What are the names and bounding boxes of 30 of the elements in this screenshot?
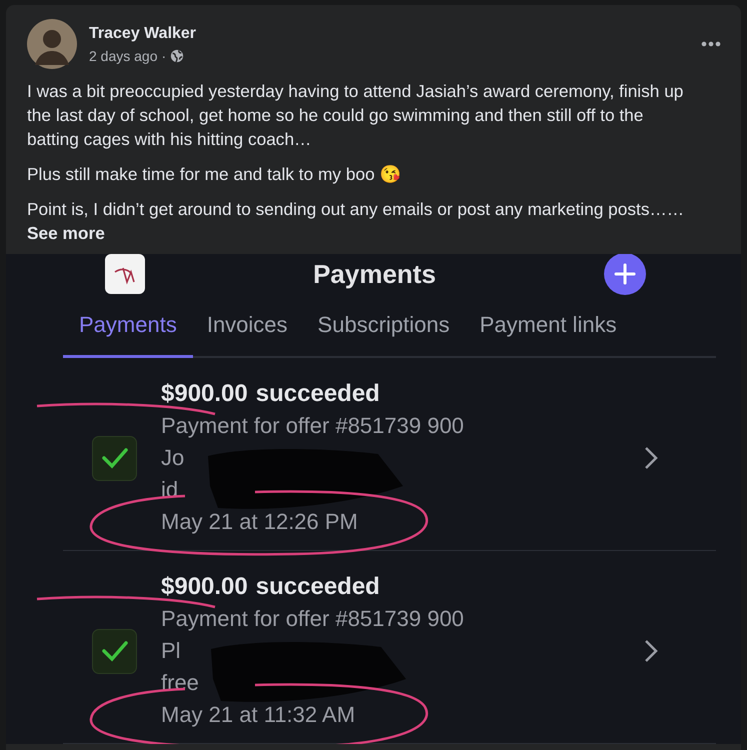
payment-description: Payment for offer #851739 900 [161, 412, 465, 440]
more-options-icon[interactable] [701, 41, 721, 47]
post-time[interactable]: 2 days ago [89, 46, 158, 66]
post-text: Point is, I didn’t get around to sending out any emails or post any marketing posts…… See more [26, 198, 686, 245]
payment-amount: $900.00 [161, 379, 248, 409]
customer-name: Pl [161, 638, 181, 663]
payment-amount: $900.00 [161, 572, 248, 602]
add-button[interactable] [604, 254, 646, 295]
payment-status: succeeded [256, 379, 380, 409]
payment-status: succeeded [256, 572, 380, 602]
see-more-link[interactable]: See more [27, 223, 105, 243]
chevron-right-icon[interactable] [644, 639, 658, 663]
post-text: I was a bit preoccupied yesterday having to attend Jasiah’s award ceremony, finish up the last day of school, get home so he could go swimming and then still off to the batting cages with his hitting coach… [26, 80, 684, 151]
screen-title: Payments [313, 258, 436, 290]
tab[interactable]: Payment links [464, 302, 633, 358]
chevron-right-icon[interactable] [644, 446, 658, 470]
author-name[interactable]: Tracey Walker [89, 22, 196, 46]
tab[interactable]: Subscriptions [302, 302, 466, 358]
plus-icon [614, 263, 636, 285]
payment-date: May 21 at 11:32 AM [161, 701, 356, 729]
tab[interactable]: Invoices [190, 302, 304, 358]
globe-icon [170, 49, 184, 63]
post-text: Plus still make time for me and talk to my boo 😘 [26, 163, 402, 186]
app-logo-icon [105, 254, 145, 294]
payment-date: May 21 at 12:26 PM [161, 508, 359, 536]
avatar[interactable] [27, 19, 77, 69]
customer-name: Jo [161, 445, 184, 470]
tab[interactable]: Payments [63, 302, 193, 358]
payment-description: Payment for offer #851739 900 [161, 605, 465, 633]
separator-dot: · [162, 46, 166, 66]
